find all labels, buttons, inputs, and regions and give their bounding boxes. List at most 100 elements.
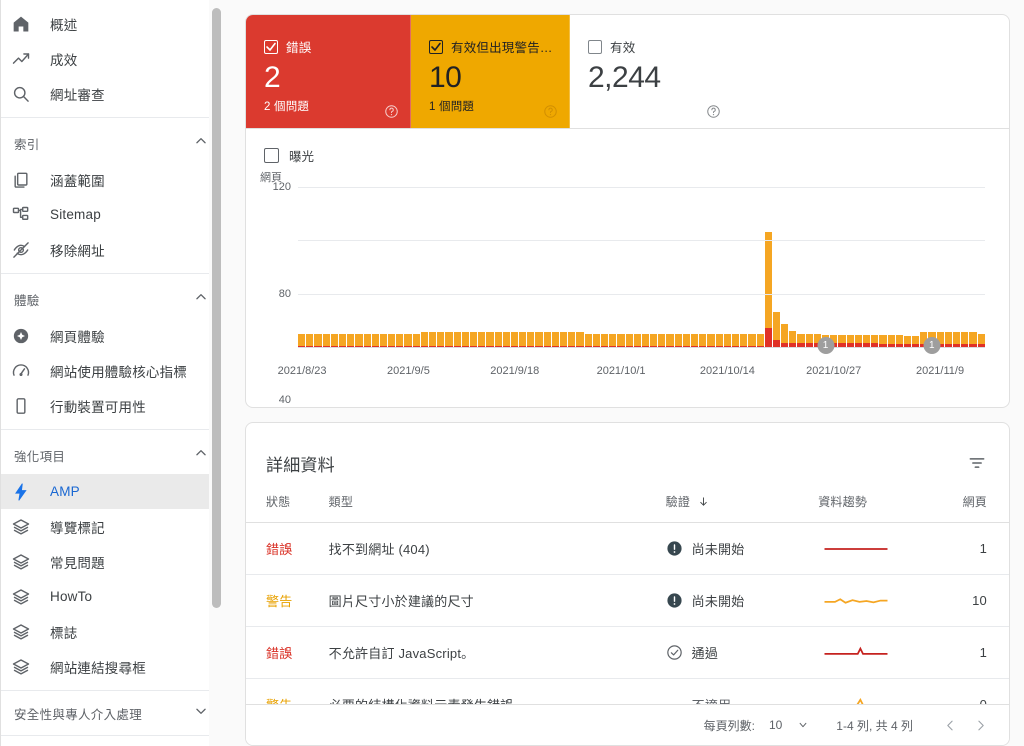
chart-bar[interactable] xyxy=(953,332,961,347)
status-card-checkbox[interactable] xyxy=(429,39,443,54)
chart-bar[interactable] xyxy=(338,333,347,347)
chart-bar[interactable] xyxy=(437,332,445,347)
chart-bar[interactable] xyxy=(568,332,576,347)
chart-bar[interactable] xyxy=(781,324,789,347)
chart-bar[interactable] xyxy=(600,333,609,347)
chart-bar[interactable] xyxy=(420,332,428,347)
chart-bar[interactable] xyxy=(723,333,731,347)
pagination-prev-button[interactable] xyxy=(935,710,965,740)
chart-bar[interactable] xyxy=(461,332,469,347)
chart-bar[interactable] xyxy=(478,332,486,347)
impressions-toggle[interactable]: 曝光 xyxy=(246,129,1009,169)
chart-bar[interactable] xyxy=(691,333,699,347)
chart-bar[interactable] xyxy=(527,332,535,347)
chart-bar[interactable] xyxy=(862,335,871,347)
status-card-valid[interactable]: 有效 2,244 xyxy=(570,15,732,128)
chart-bar[interactable] xyxy=(551,332,559,347)
chart-bar[interactable] xyxy=(961,332,969,347)
chart-bar[interactable] xyxy=(404,333,412,347)
chart-bar[interactable] xyxy=(854,335,862,347)
chart-bar[interactable] xyxy=(748,333,756,347)
chart-bar[interactable] xyxy=(731,333,740,347)
sidebar-item-2[interactable]: 網址審查 xyxy=(0,76,224,111)
chart-bar[interactable] xyxy=(576,332,584,347)
sidebar-item-1-0[interactable]: 網頁體驗 xyxy=(0,318,224,353)
chart-bar[interactable] xyxy=(650,333,658,347)
sidebar-item-1-2[interactable]: 行動裝置可用性 xyxy=(0,388,224,423)
chart-bar[interactable] xyxy=(314,333,322,347)
chart-bar[interactable] xyxy=(756,333,764,347)
chart-bar[interactable] xyxy=(871,335,879,347)
table-row[interactable]: 錯誤 不允許自訂 JavaScript。 通過 1 xyxy=(246,626,1009,679)
filter-list-icon[interactable] xyxy=(967,453,987,473)
status-card-error[interactable]: 錯誤 2 2 個問題 xyxy=(246,15,411,128)
sidebar-item-2-0[interactable]: AMP xyxy=(0,474,224,509)
chart-bar[interactable] xyxy=(609,333,617,347)
chart-bar[interactable] xyxy=(453,332,461,347)
chart-bar[interactable] xyxy=(429,332,437,347)
status-card-warning[interactable]: 有效但出現警告… 10 1 個問題 xyxy=(411,15,570,128)
sidebar-item-0-1[interactable]: Sitemap xyxy=(0,197,224,232)
chevron-up-icon[interactable] xyxy=(194,446,208,465)
chevron-down-icon[interactable] xyxy=(194,704,208,723)
chart-bar[interactable] xyxy=(469,332,478,347)
chart-bar[interactable] xyxy=(592,333,600,347)
chart-bar[interactable] xyxy=(969,332,977,347)
sidebar-section-header-1[interactable]: 體驗 xyxy=(0,280,224,318)
sidebar-item-0-2[interactable]: 移除網址 xyxy=(0,232,224,267)
chart-bar[interactable] xyxy=(355,333,363,347)
chevron-up-icon[interactable] xyxy=(194,290,208,309)
sidebar-section-header-2[interactable]: 強化項目 xyxy=(0,436,224,474)
chart-bar[interactable] xyxy=(740,333,748,347)
chart-bar[interactable] xyxy=(715,333,723,347)
table-row[interactable]: 警告 圖片尺寸小於建議的尺寸 尚未開始 10 xyxy=(246,574,1009,627)
chart-bar[interactable] xyxy=(298,333,306,347)
chart-annotation-marker[interactable]: 1 xyxy=(817,337,835,354)
chart-bar[interactable] xyxy=(519,332,527,347)
help-circle-icon[interactable] xyxy=(384,104,399,119)
sidebar-item-2-5[interactable]: 網站連結搜尋框 xyxy=(0,649,224,684)
chart-bar[interactable] xyxy=(772,312,781,347)
sidebar-item-2-3[interactable]: HowTo xyxy=(0,579,224,614)
impressions-checkbox[interactable] xyxy=(264,148,279,163)
chart-bar[interactable] xyxy=(617,333,625,347)
chart-bar[interactable] xyxy=(895,335,903,347)
sidebar-scrollbar[interactable] xyxy=(209,0,224,746)
sidebar-item-2-2[interactable]: 常見問題 xyxy=(0,544,224,579)
chart-bar[interactable] xyxy=(903,336,912,347)
sidebar-item-2-4[interactable]: 標誌 xyxy=(0,614,224,649)
chart-bar[interactable] xyxy=(944,332,952,347)
column-header-validation[interactable]: 驗證 xyxy=(665,483,819,523)
chart-bar[interactable] xyxy=(379,333,388,347)
chart-bar[interactable] xyxy=(543,332,551,347)
status-card-checkbox[interactable] xyxy=(588,39,602,54)
chart-bar[interactable] xyxy=(887,335,895,347)
chart-bar[interactable] xyxy=(666,333,674,347)
sidebar-item-0-0[interactable]: 涵蓋範圍 xyxy=(0,162,224,197)
chart-bar[interactable] xyxy=(584,333,592,347)
chart-bar[interactable] xyxy=(977,333,985,347)
sidebar-item-0[interactable]: 概述 xyxy=(0,6,224,41)
status-card-checkbox[interactable] xyxy=(264,39,278,54)
chart-bar[interactable] xyxy=(502,332,510,347)
chart-bar[interactable] xyxy=(560,332,568,347)
chart-bar[interactable] xyxy=(682,333,690,347)
chevron-up-icon[interactable] xyxy=(194,134,208,153)
chart-bar[interactable] xyxy=(707,333,715,347)
chart-bar[interactable] xyxy=(789,331,797,347)
sidebar-item-1-1[interactable]: 網站使用體驗核心指標 xyxy=(0,353,224,388)
chart-bar[interactable] xyxy=(805,333,813,347)
chart-bar[interactable] xyxy=(838,335,846,347)
sidebar-section-header-0[interactable]: 索引 xyxy=(0,124,224,162)
chart-bar[interactable] xyxy=(494,332,502,347)
chart-bar[interactable] xyxy=(625,333,633,347)
sidebar-item-2-1[interactable]: 導覽標記 xyxy=(0,509,224,544)
chart-bar[interactable] xyxy=(388,333,396,347)
chart-bar[interactable] xyxy=(412,333,420,347)
chart-bar[interactable] xyxy=(674,333,682,347)
chart-bar[interactable] xyxy=(510,332,519,347)
chart-bar[interactable] xyxy=(846,335,854,347)
chart-bar[interactable] xyxy=(879,335,887,347)
help-circle-icon[interactable] xyxy=(706,104,721,119)
rows-per-page-select[interactable]: 10 xyxy=(769,718,808,732)
